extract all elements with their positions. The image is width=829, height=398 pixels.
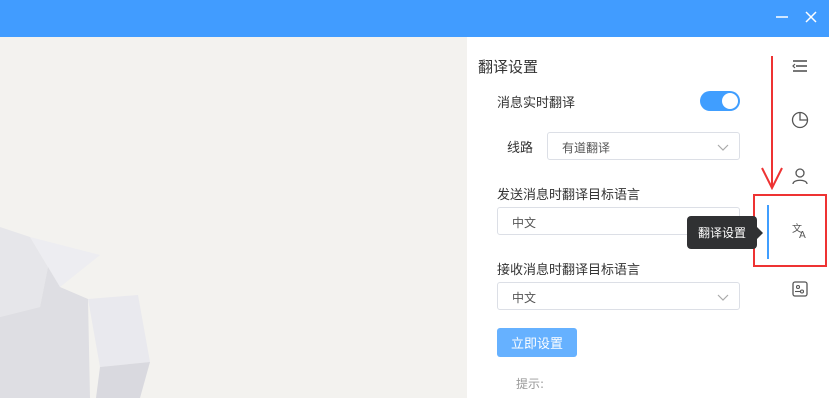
- minimize-icon: [775, 9, 789, 28]
- recv-lang-select[interactable]: 中文: [497, 282, 740, 310]
- toggle-knob: [722, 93, 738, 109]
- annotation-arrow: [761, 56, 783, 190]
- panel-title: 翻译设置: [478, 58, 539, 76]
- sidebar-item-account[interactable]: [788, 166, 812, 190]
- send-lang-label: 发送消息时翻译目标语言: [497, 188, 641, 203]
- recv-lang-label: 接收消息时翻译目标语言: [497, 263, 641, 278]
- titlebar: [0, 0, 829, 37]
- sidebar-item-settings[interactable]: [788, 279, 812, 303]
- close-icon: [804, 9, 818, 28]
- send-lang-value: 中文: [512, 216, 537, 230]
- route-select[interactable]: 有道翻译: [547, 132, 740, 160]
- sidebar-item-stats[interactable]: [788, 110, 812, 134]
- pie-chart-icon: [791, 111, 809, 133]
- settings-panel-icon: [791, 280, 809, 302]
- close-button[interactable]: [799, 6, 823, 30]
- route-label: 线路: [507, 141, 534, 156]
- content-background: [0, 37, 467, 398]
- minimize-button[interactable]: [770, 6, 794, 30]
- tooltip-arrow: [757, 227, 763, 239]
- chevron-down-icon: [717, 291, 729, 306]
- realtime-translate-label: 消息实时翻译: [497, 96, 576, 111]
- chevron-down-icon: [717, 141, 729, 156]
- box-illustration: [0, 227, 150, 398]
- hint-label: 提示:: [516, 377, 545, 391]
- sidebar-tooltip: 翻译设置: [687, 216, 757, 249]
- realtime-translate-toggle[interactable]: [700, 91, 740, 111]
- sidebar-item-menu[interactable]: [788, 55, 812, 79]
- apply-settings-button[interactable]: 立即设置: [497, 328, 577, 357]
- recv-lang-value: 中文: [512, 291, 537, 305]
- user-icon: [791, 167, 809, 189]
- route-select-value: 有道翻译: [562, 141, 611, 155]
- annotation-highlight-box: [753, 194, 827, 267]
- menu-collapse-icon: [792, 58, 808, 77]
